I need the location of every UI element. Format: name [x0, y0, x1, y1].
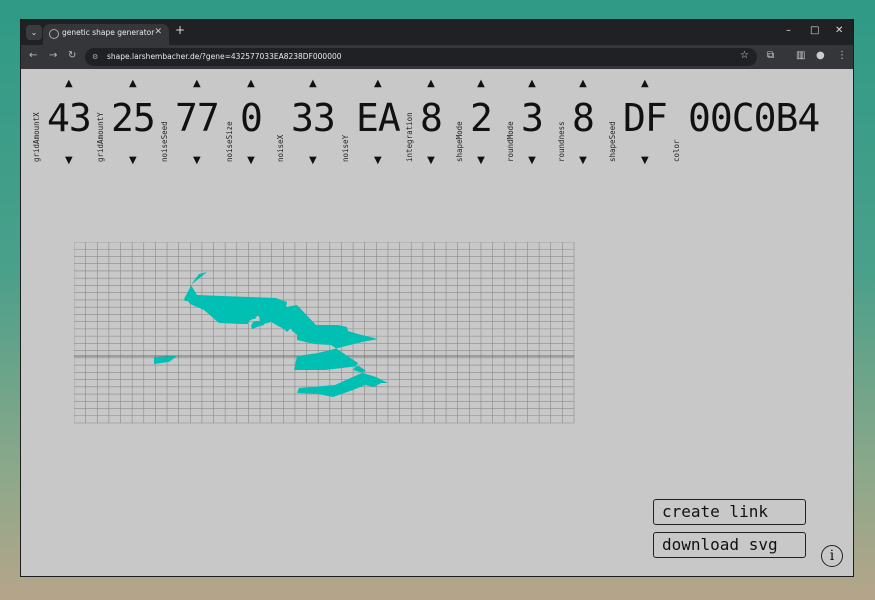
- decrement-arrow-icon[interactable]: ▼: [129, 155, 137, 166]
- close-window-button[interactable]: ✕: [835, 25, 843, 36]
- download-svg-button[interactable]: download svg: [653, 532, 806, 558]
- decrement-arrow-icon[interactable]: ▼: [193, 155, 201, 166]
- increment-arrow-icon[interactable]: ▲: [193, 78, 201, 89]
- forward-arrow-icon[interactable]: →: [49, 50, 57, 61]
- minimize-button[interactable]: –: [786, 25, 791, 36]
- param-value[interactable]: 0: [240, 96, 263, 140]
- param-value[interactable]: 33: [291, 96, 336, 140]
- shape-fragment: [154, 356, 177, 364]
- decrement-arrow-icon[interactable]: ▼: [374, 155, 382, 166]
- tab-close-icon[interactable]: ✕: [154, 27, 162, 37]
- param-label-noiseseed: noiseSeed: [160, 121, 169, 162]
- color-value[interactable]: 00C0B4: [688, 96, 820, 140]
- reload-icon[interactable]: ↻: [68, 50, 76, 61]
- param-label-gridamounty: gridAmountY: [96, 112, 105, 162]
- decrement-arrow-icon[interactable]: ▼: [579, 155, 587, 166]
- param-label-noisex: noiseX: [276, 134, 285, 162]
- decrement-arrow-icon[interactable]: ▼: [309, 155, 317, 166]
- page-content: gridAmountX ▲ 43 ▼ gridAmountY ▲ 25 ▼ noiseSeed ▲…: [21, 69, 853, 576]
- decrement-arrow-icon[interactable]: ▼: [247, 155, 255, 166]
- param-value[interactable]: 3: [521, 96, 544, 140]
- decrement-arrow-icon[interactable]: ▼: [528, 155, 536, 166]
- param-label-roundmode: roundMode: [506, 121, 515, 162]
- decrement-arrow-icon[interactable]: ▼: [477, 155, 485, 166]
- param-value[interactable]: 2: [470, 96, 493, 140]
- bookmark-star-icon[interactable]: ☆: [740, 50, 749, 61]
- increment-arrow-icon[interactable]: ▲: [528, 78, 536, 89]
- increment-arrow-icon[interactable]: ▲: [309, 78, 317, 89]
- maximize-button[interactable]: □: [810, 25, 819, 36]
- increment-arrow-icon[interactable]: ▲: [579, 78, 587, 89]
- increment-arrow-icon[interactable]: ▲: [65, 78, 73, 89]
- param-label-noisesize: noiseSize: [225, 121, 234, 162]
- side-panel-icon[interactable]: ▥: [796, 50, 805, 61]
- increment-arrow-icon[interactable]: ▲: [427, 78, 435, 89]
- globe-icon: [49, 29, 59, 39]
- param-value[interactable]: 25: [111, 96, 156, 140]
- param-label-color: color: [672, 139, 681, 162]
- increment-arrow-icon[interactable]: ▲: [477, 78, 485, 89]
- decrement-arrow-icon[interactable]: ▼: [427, 155, 435, 166]
- new-tab-button[interactable]: +: [175, 23, 185, 37]
- increment-arrow-icon[interactable]: ▲: [374, 78, 382, 89]
- param-label-roundness: roundness: [557, 121, 566, 162]
- more-menu-icon[interactable]: ⋮: [837, 50, 847, 61]
- shape-canvas: [74, 242, 575, 424]
- browser-window: ⌄ genetic shape generator ✕ + – □ ✕ ← → …: [21, 20, 853, 576]
- extensions-icon[interactable]: ⧉: [767, 50, 774, 61]
- tab-title: genetic shape generator: [62, 28, 155, 37]
- profile-icon[interactable]: ●: [816, 50, 825, 61]
- param-value[interactable]: 43: [47, 96, 92, 140]
- decrement-arrow-icon[interactable]: ▼: [65, 155, 73, 166]
- active-tab[interactable]: genetic shape generator ✕: [43, 24, 169, 45]
- url-text[interactable]: shape.larshembacher.de/?gene=432577033EA…: [107, 52, 342, 61]
- param-label-integration: integration: [405, 112, 414, 162]
- site-info-icon[interactable]: ⚙: [92, 53, 98, 61]
- param-value[interactable]: 8: [572, 96, 595, 140]
- param-value[interactable]: 77: [175, 96, 220, 140]
- param-label-shapemode: shapeMode: [455, 121, 464, 162]
- param-value[interactable]: EA: [356, 96, 401, 140]
- back-arrow-icon[interactable]: ←: [29, 50, 37, 61]
- param-label-shapeseed: shapeSeed: [608, 121, 617, 162]
- increment-arrow-icon[interactable]: ▲: [247, 78, 255, 89]
- param-label-gridamountx: gridAmountX: [32, 112, 41, 162]
- tab-bar: ⌄ genetic shape generator ✕ + – □ ✕: [21, 20, 853, 45]
- url-field[interactable]: ⚙ shape.larshembacher.de/?gene=432577033…: [85, 48, 757, 66]
- increment-arrow-icon[interactable]: ▲: [129, 78, 137, 89]
- param-value[interactable]: DF: [623, 96, 668, 140]
- tab-search-button[interactable]: ⌄: [26, 25, 42, 40]
- param-value[interactable]: 8: [420, 96, 443, 140]
- address-bar: ← → ↻ ⚙ shape.larshembacher.de/?gene=432…: [21, 45, 853, 69]
- increment-arrow-icon[interactable]: ▲: [641, 78, 649, 89]
- decrement-arrow-icon[interactable]: ▼: [641, 155, 649, 166]
- info-icon[interactable]: i: [821, 545, 843, 567]
- shape-main: [184, 272, 388, 397]
- param-label-noisey: noiseY: [341, 134, 350, 162]
- create-link-button[interactable]: create link: [653, 499, 806, 525]
